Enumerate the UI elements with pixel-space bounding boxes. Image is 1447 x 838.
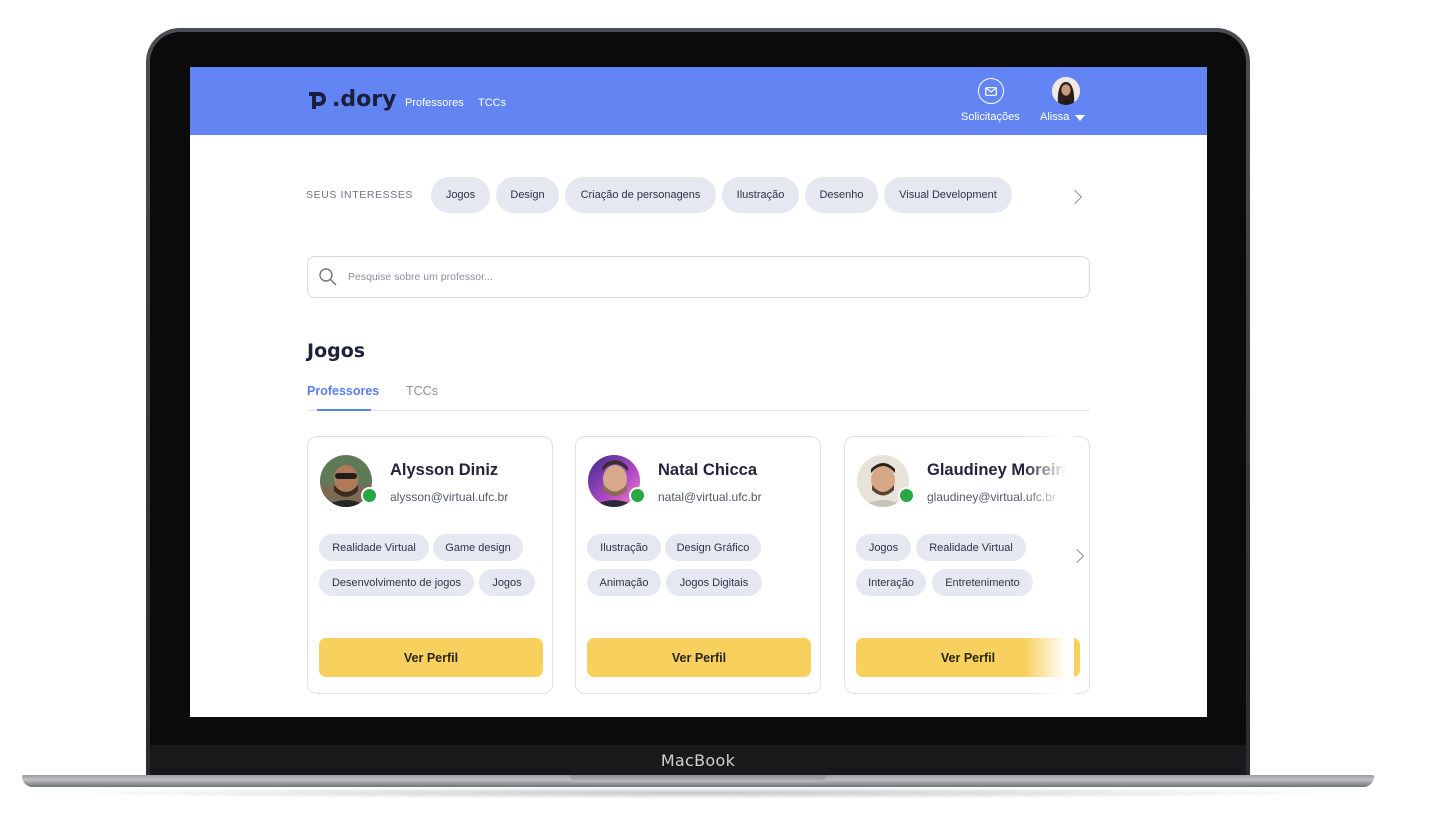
interest-chip[interactable]: Design xyxy=(496,177,559,213)
professor-email: alysson@virtual.ufc.br xyxy=(390,490,509,504)
search-icon xyxy=(319,268,337,286)
app-screen: .dory Professores TCCs Solicitações Alis… xyxy=(190,67,1207,717)
logo-mark-icon xyxy=(309,91,326,109)
chevron-down-icon xyxy=(1075,114,1086,121)
professor-tag[interactable]: Design Gráfico xyxy=(665,534,761,561)
professor-tag[interactable]: Desenvolvimento de jogos xyxy=(319,569,474,596)
interest-chip[interactable]: Criação de personagens xyxy=(565,177,716,213)
view-profile-button[interactable]: Ver Perfil xyxy=(319,638,543,677)
interest-chip[interactable]: Visual Development xyxy=(884,177,1012,213)
chevron-right-icon[interactable] xyxy=(1067,189,1083,205)
interests-title: SEUS INTERESSES xyxy=(306,189,414,201)
professor-email: natal@virtual.ufc.br xyxy=(658,490,762,504)
interest-chip[interactable]: Ilustração xyxy=(722,177,799,213)
user-name: Alissa xyxy=(1040,111,1070,123)
professor-tag[interactable]: Realidade Virtual xyxy=(319,534,429,561)
user-avatar-image xyxy=(1052,77,1080,105)
professor-card: Alysson Diniz alysson@virtual.ufc.br Rea… xyxy=(307,436,553,694)
professor-tag[interactable]: Realidade Virtual xyxy=(916,534,1026,561)
search-bar xyxy=(307,256,1090,298)
professor-tag[interactable]: Animação xyxy=(587,569,661,596)
nav-link-tccs[interactable]: TCCs xyxy=(478,97,506,109)
tab-professores[interactable]: Professores xyxy=(307,384,379,398)
online-status-badge xyxy=(629,487,646,504)
top-navbar: .dory Professores TCCs Solicitações Alis… xyxy=(190,67,1207,135)
professor-name[interactable]: Alysson Diniz xyxy=(390,461,498,480)
professor-tag[interactable]: Game design xyxy=(433,534,523,561)
user-menu[interactable]: Alissa xyxy=(1040,111,1086,123)
laptop-shadow xyxy=(40,787,1360,799)
laptop-notch xyxy=(570,775,826,782)
professor-tag[interactable]: Ilustração xyxy=(587,534,661,561)
tab-active-indicator xyxy=(317,409,371,411)
online-status-badge xyxy=(361,487,378,504)
nav-link-professores[interactable]: Professores xyxy=(405,97,464,109)
professor-card: Natal Chicca natal@virtual.ufc.br Ilustr… xyxy=(575,436,821,694)
professor-tag[interactable]: Jogos xyxy=(479,569,535,596)
view-profile-button[interactable]: Ver Perfil xyxy=(587,638,811,677)
online-status-badge xyxy=(898,487,915,504)
logo-text: .dory xyxy=(332,87,397,112)
tab-tccs[interactable]: TCCs xyxy=(406,384,438,398)
professor-tag[interactable]: Jogos Digitais xyxy=(666,569,762,596)
professor-tag[interactable]: Entretenimento xyxy=(932,569,1033,596)
envelope-icon xyxy=(985,86,997,96)
laptop-brand-label: MacBook xyxy=(660,751,736,770)
app-logo[interactable]: .dory xyxy=(306,87,396,112)
user-avatar[interactable] xyxy=(1052,77,1080,105)
professor-tag[interactable]: Jogos xyxy=(856,534,911,561)
carousel-fade xyxy=(1024,427,1074,707)
interest-chip[interactable]: Jogos xyxy=(431,177,490,213)
professor-tag[interactable]: Interação xyxy=(856,569,926,596)
tab-divider xyxy=(307,410,1090,411)
requests-button[interactable] xyxy=(978,78,1004,104)
professor-name[interactable]: Natal Chicca xyxy=(658,461,757,480)
search-input[interactable] xyxy=(346,270,1050,284)
section-title: Jogos xyxy=(307,340,366,362)
requests-label[interactable]: Solicitações xyxy=(961,111,1020,123)
interest-chip[interactable]: Desenho xyxy=(805,177,878,213)
